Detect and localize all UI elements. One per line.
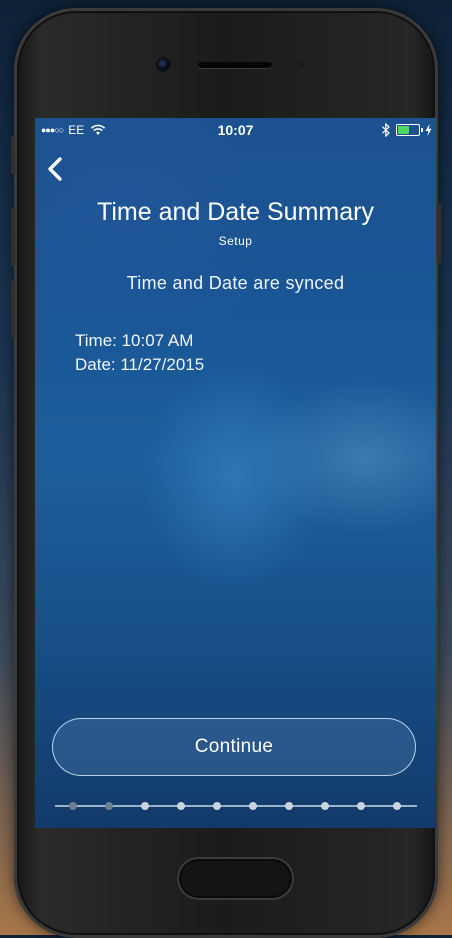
progress-dot — [69, 802, 77, 810]
battery-level — [398, 126, 409, 134]
mute-switch — [11, 136, 15, 174]
progress-dot — [393, 802, 401, 810]
status-right — [381, 123, 432, 137]
progress-dot — [213, 802, 221, 810]
time-value: Time: 10:07 AM — [75, 331, 194, 350]
app-screen: ●●●○○ EE 10:07 Time and Date Summary Set… — [35, 118, 436, 828]
setup-progress-indicator — [55, 800, 417, 812]
earpiece-speaker — [198, 62, 272, 68]
home-button[interactable] — [177, 857, 294, 900]
progress-dot — [285, 802, 293, 810]
page-title: Time and Date Summary — [97, 198, 374, 226]
chevron-left-icon — [48, 157, 62, 181]
volume-up-button — [11, 208, 15, 266]
time-date-info: Time: 10:07 AM Date: 11/27/2015 — [75, 329, 204, 377]
battery-icon — [396, 124, 423, 136]
status-time: 10:07 — [217, 122, 254, 138]
progress-dot — [141, 802, 149, 810]
power-button — [437, 203, 441, 263]
progress-dot — [249, 802, 257, 810]
charging-bolt-icon — [425, 124, 432, 136]
progress-dot — [177, 802, 185, 810]
front-camera — [158, 59, 169, 70]
sync-status-message: Time and Date are synced — [126, 273, 345, 293]
volume-down-button — [11, 280, 15, 338]
battery-tip — [421, 128, 423, 132]
page-subtitle: Setup — [218, 234, 253, 248]
continue-button[interactable]: Continue — [52, 718, 416, 776]
status-bar: ●●●○○ EE 10:07 — [35, 118, 436, 144]
bluetooth-icon — [382, 123, 390, 137]
proximity-sensor — [298, 61, 305, 68]
date-value: Date: 11/27/2015 — [75, 355, 205, 374]
progress-dot — [357, 802, 365, 810]
progress-dot — [105, 802, 113, 810]
progress-dot — [321, 802, 329, 810]
back-button[interactable] — [45, 156, 65, 182]
